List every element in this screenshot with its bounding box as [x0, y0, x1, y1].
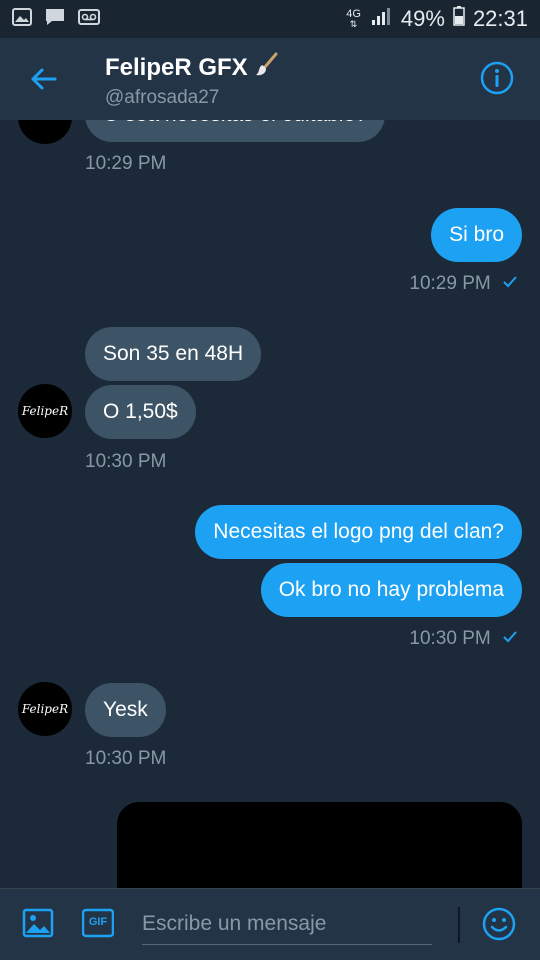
message-timestamp: 10:29 PM — [85, 153, 167, 174]
message-bubble-incoming[interactable]: O 1,50$ — [85, 385, 196, 439]
message-list[interactable]: O sea necesitas el editable? 10:29 PM Si… — [0, 120, 540, 888]
add-photo-button[interactable] — [22, 907, 56, 941]
image-icon — [12, 7, 32, 31]
emoji-button[interactable] — [482, 907, 516, 941]
media-attachment[interactable] — [117, 802, 522, 888]
network-indicator: 4G ⇅ — [346, 8, 361, 30]
info-button[interactable] — [480, 61, 514, 95]
gif-button[interactable]: GIF — [81, 907, 116, 941]
contact-name: FelipeR GFX — [105, 53, 248, 81]
message-timestamp: 10:30 PM — [85, 451, 167, 472]
message-input[interactable] — [142, 903, 432, 945]
avatar[interactable]: FelipeR — [18, 384, 72, 438]
contact-title[interactable]: FelipeR GFX @afrosada27 — [105, 52, 280, 109]
divider — [458, 907, 460, 943]
message-bubble-outgoing[interactable]: Necesitas el logo png del clan? — [195, 505, 522, 559]
message-bubble-incoming[interactable]: O sea necesitas el editable? — [85, 120, 385, 142]
message-composer: GIF — [0, 888, 540, 960]
media-thumbnail — [117, 802, 522, 888]
message-bubble-incoming[interactable]: Son 35 en 48H — [85, 327, 262, 381]
network-type: 4G — [346, 8, 361, 20]
status-bar: 4G ⇅ 49% 22:31 — [0, 0, 540, 38]
message-bubble-incoming[interactable]: Yesk — [85, 683, 166, 737]
read-check-icon — [502, 628, 518, 650]
emoji-icon — [482, 907, 516, 941]
message-timestamp: 10:29 PM — [409, 273, 491, 295]
back-arrow-icon — [31, 68, 57, 90]
message-timestamp: 10:30 PM — [85, 748, 167, 769]
message-timestamp-row: 10:30 PM — [409, 628, 518, 650]
message-timestamp-row: 10:29 PM — [409, 273, 518, 295]
notification-icons — [12, 7, 100, 32]
chat-icon — [44, 7, 66, 32]
clock: 22:31 — [472, 6, 528, 31]
avatar-logo: FelipeR — [21, 404, 69, 418]
avatar[interactable] — [18, 120, 72, 144]
avatar-logo: FelipeR — [21, 702, 69, 716]
signal-icon — [371, 6, 393, 32]
info-icon — [480, 61, 514, 95]
paintbrush-icon — [254, 52, 280, 83]
status-indicators: 4G ⇅ 49% 22:31 — [346, 6, 528, 32]
read-check-icon — [502, 273, 518, 295]
gif-label: GIF — [88, 916, 108, 928]
dm-conversation-screen: 4G ⇅ 49% 22:31 FelipeR GFX @afrosada27 1… — [0, 0, 540, 960]
message-bubble-outgoing[interactable]: Si bro — [431, 208, 522, 262]
message-timestamp: 10:30 PM — [409, 628, 491, 650]
avatar[interactable]: FelipeR — [18, 682, 72, 736]
image-icon — [22, 908, 54, 938]
conversation-header: FelipeR GFX @afrosada27 — [0, 38, 540, 120]
back-button[interactable] — [26, 62, 60, 96]
battery-icon — [453, 6, 465, 32]
message-bubble-outgoing[interactable]: Ok bro no hay problema — [260, 563, 522, 617]
battery-percent: 49% — [400, 6, 445, 31]
contact-handle: @afrosada27 — [105, 87, 220, 108]
voicemail-icon — [78, 8, 100, 30]
